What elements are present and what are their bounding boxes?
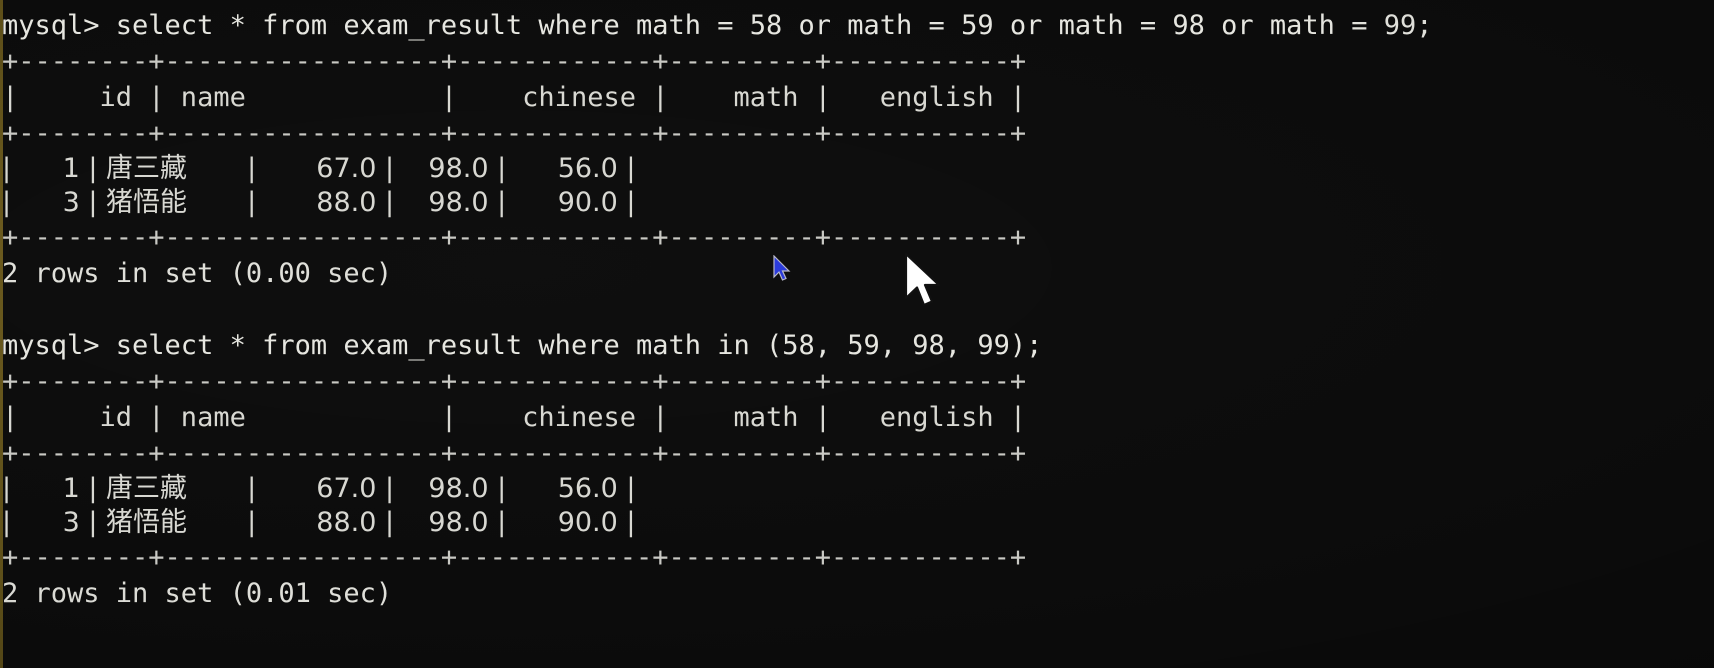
table-header-row-1: | id | name | chinese | math | english | [2,82,1027,113]
status-line-2: 2 rows in set (0.01 sec) [2,578,393,609]
table-top-rule-2: +--------+-----------------+------------… [2,366,1027,397]
table-header-rule-1: +--------+-----------------+------------… [2,118,1027,149]
table-row: | 1 | 唐三藏 | 67.0 | 98.0 | 56.0 | [2,473,636,504]
status-line-1: 2 rows in set (0.00 sec) [2,258,393,289]
terminal-window[interactable]: mysql> select * from exam_result where m… [0,0,1714,668]
table-row: | 1 | 唐三藏 | 67.0 | 98.0 | 56.0 | [2,153,636,184]
table-header-rule-2: +--------+-----------------+------------… [2,438,1027,469]
terminal-screen[interactable]: mysql> select * from exam_result where m… [0,0,1432,612]
table-header-row-2: | id | name | chinese | math | english | [2,402,1027,433]
table-top-rule-1: +--------+-----------------+------------… [2,46,1027,77]
window-left-edge [0,0,3,668]
command-line-2: mysql> select * from exam_result where m… [2,330,1043,361]
command-line-1: mysql> select * from exam_result where m… [2,10,1433,41]
table-row: | 3 | 猪悟能 | 88.0 | 98.0 | 90.0 | [2,187,636,218]
table-row: | 3 | 猪悟能 | 88.0 | 98.0 | 90.0 | [2,507,636,538]
table-bottom-rule-2: +--------+-----------------+------------… [2,542,1027,573]
table-bottom-rule-1: +--------+-----------------+------------… [2,222,1027,253]
